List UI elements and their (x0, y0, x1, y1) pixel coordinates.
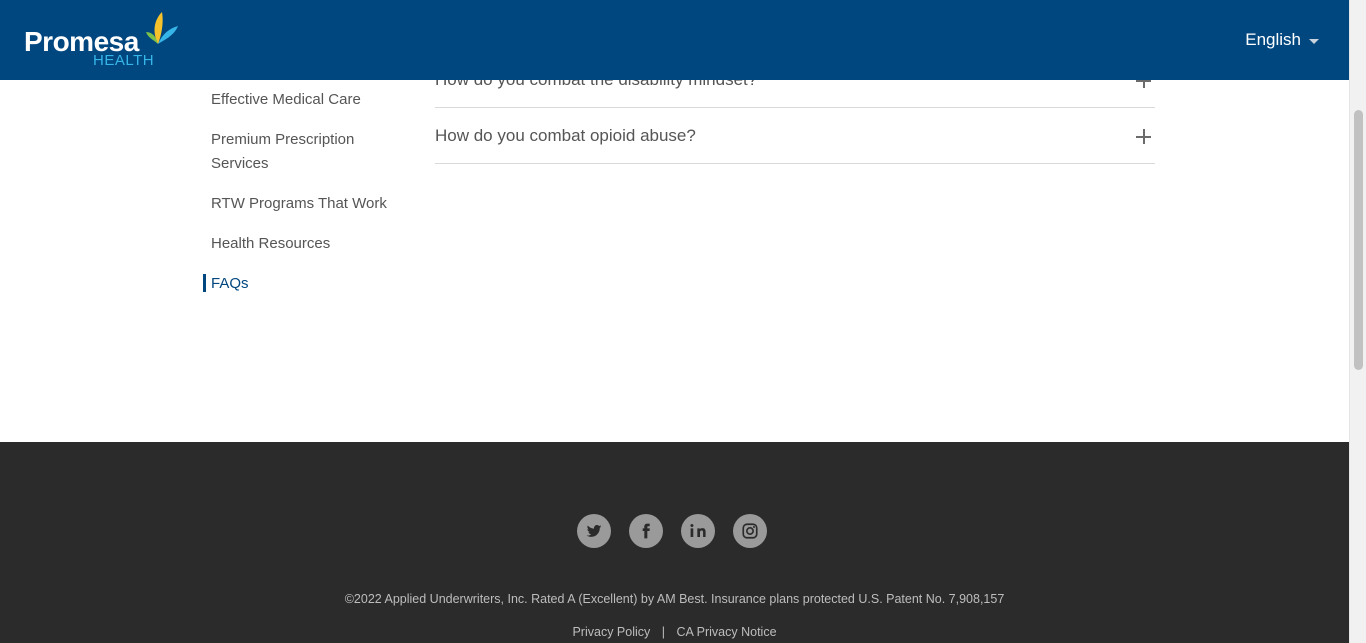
faq-item[interactable]: How do you combat opioid abuse? (435, 108, 1155, 164)
sidenav-item-premium-prescription-services[interactable]: Premium Prescription Services (203, 128, 373, 176)
side-navigation: Effective Medical Care Premium Prescript… (203, 88, 403, 312)
twitter-icon[interactable] (577, 514, 611, 548)
promesa-health-logo[interactable]: Promesa HEALTH (24, 10, 184, 70)
site-footer: ©2022 Applied Underwriters, Inc. Rated A… (0, 442, 1349, 643)
linkedin-icon[interactable] (681, 514, 715, 548)
language-label: English (1245, 30, 1301, 49)
sidenav-item-health-resources[interactable]: Health Resources (203, 232, 403, 256)
copyright-text: ©2022 Applied Underwriters, Inc. Rated A… (344, 592, 1005, 606)
sidenav-item-faqs[interactable]: FAQs (203, 272, 403, 296)
language-selector[interactable]: English (1245, 30, 1319, 50)
site-header: Promesa HEALTH English (0, 0, 1349, 80)
faq-question: How do you combat opioid abuse? (435, 125, 696, 145)
legal-links: Privacy Policy | CA Privacy Notice (0, 625, 1349, 639)
facebook-icon[interactable] (629, 514, 663, 548)
instagram-icon[interactable] (733, 514, 767, 548)
caret-down-icon (1309, 38, 1319, 44)
expand-plus-icon[interactable] (1136, 129, 1151, 144)
leaf-logo-icon (146, 12, 178, 44)
scrollbar-thumb[interactable] (1354, 110, 1363, 370)
privacy-policy-link[interactable]: Privacy Policy (572, 625, 650, 639)
page: Promesa HEALTH English Effective Medical… (0, 0, 1366, 643)
logo-subtext: HEALTH (93, 52, 155, 69)
sidenav-item-rtw-programs[interactable]: RTW Programs That Work (203, 192, 403, 216)
link-separator: | (661, 625, 665, 639)
social-links (577, 514, 767, 548)
ca-privacy-notice-link[interactable]: CA Privacy Notice (676, 625, 776, 639)
sidenav-item-effective-medical-care[interactable]: Effective Medical Care (203, 88, 403, 112)
vertical-scrollbar[interactable] (1349, 0, 1366, 643)
